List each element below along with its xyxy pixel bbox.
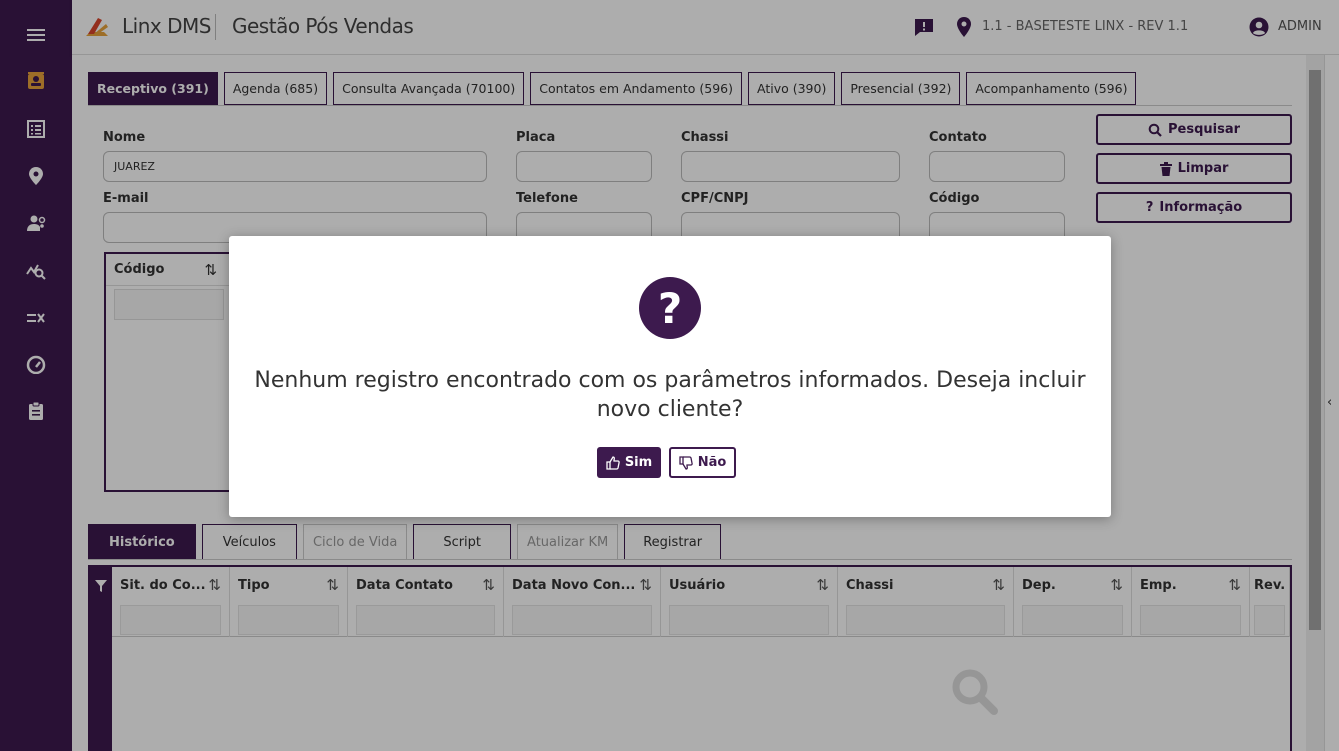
thumbs-up-icon	[606, 455, 620, 470]
yes-button[interactable]: Sim	[597, 447, 661, 478]
svg-text:?: ?	[658, 284, 682, 333]
dialog-message: Nenhum registro encontrado com os parâme…	[254, 368, 1086, 422]
thumbs-down-icon	[679, 455, 693, 470]
yes-label: Sim	[624, 455, 653, 470]
question-circle-icon: ?	[639, 277, 701, 339]
confirm-dialog: ? Nenhum registro encontrado com os parâ…	[229, 236, 1111, 517]
no-label: Não	[697, 455, 727, 470]
no-button[interactable]: Não	[669, 447, 736, 478]
